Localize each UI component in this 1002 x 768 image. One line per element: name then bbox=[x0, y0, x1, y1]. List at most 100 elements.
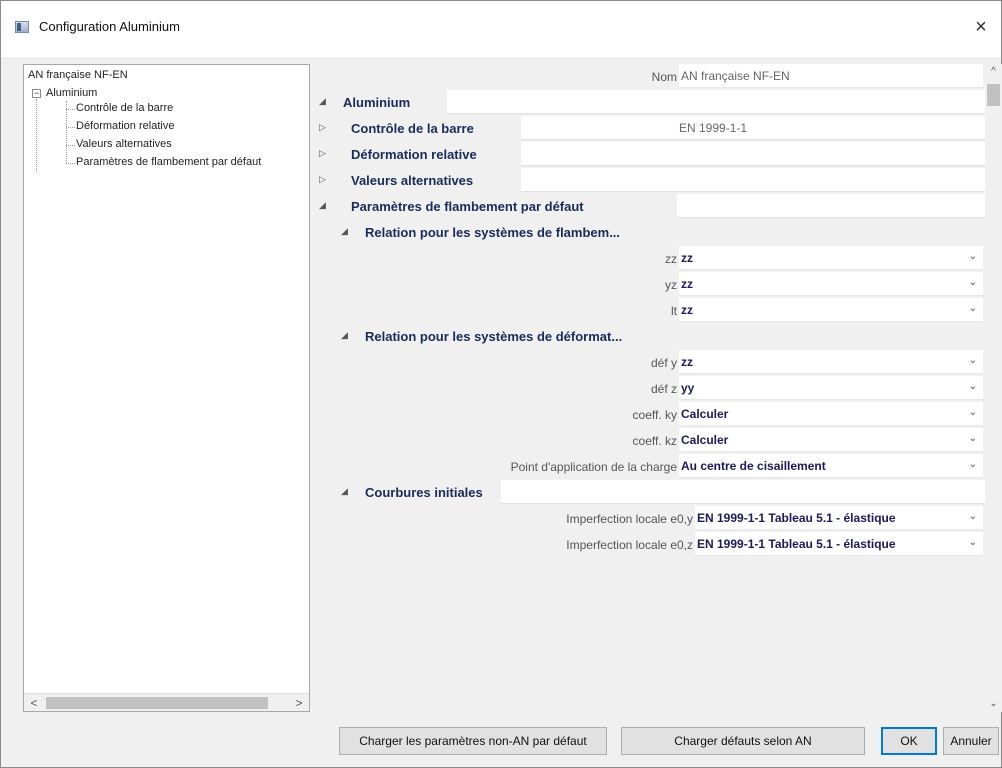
scroll-right-icon[interactable]: > bbox=[291, 695, 307, 711]
chevron-down-icon[interactable]: ⌄ bbox=[969, 277, 977, 288]
category-relation-flambement[interactable]: ◢ Relation pour les systèmes de flambem.… bbox=[311, 220, 985, 244]
property-grid: Nom AN française NF-EN ◢ Aluminium ▷ Con… bbox=[311, 64, 1002, 712]
category-title: Relation pour les systèmes de flambem... bbox=[365, 225, 621, 240]
property-value-defy[interactable]: zz ⌄ bbox=[679, 350, 983, 374]
category-row-fill bbox=[447, 90, 985, 114]
chevron-down-icon[interactable]: ⌄ bbox=[969, 407, 977, 418]
load-non-an-defaults-button[interactable]: Charger les paramètres non-AN par défaut bbox=[339, 727, 607, 755]
property-row-e0y: Imperfection locale e0,y EN 1999-1-1 Tab… bbox=[311, 506, 985, 532]
property-label: déf z bbox=[650, 382, 677, 396]
load-an-defaults-button[interactable]: Charger défauts selon AN bbox=[621, 727, 865, 755]
tree-connector bbox=[66, 101, 67, 163]
property-row-nom: Nom AN française NF-EN bbox=[311, 64, 985, 90]
value-text: zz bbox=[681, 251, 693, 265]
value-text: yy bbox=[681, 381, 695, 395]
chevron-down-icon[interactable]: ⌄ bbox=[969, 303, 977, 314]
value-text: zz bbox=[681, 277, 693, 291]
collapse-icon[interactable]: − bbox=[32, 89, 41, 98]
category-controle[interactable]: ▷ Contrôle de la barre EN 1999-1-1 bbox=[311, 116, 985, 140]
property-label: Point d'application de la charge bbox=[510, 460, 677, 474]
value-text: EN 1999-1-1 Tableau 5.1 - élastique bbox=[697, 537, 896, 551]
vertical-scrollbar[interactable]: ^ ⌄ bbox=[985, 64, 1002, 712]
property-row-e0z: Imperfection locale e0,z EN 1999-1-1 Tab… bbox=[311, 532, 985, 558]
expanded-icon[interactable]: ◢ bbox=[341, 330, 348, 341]
property-row-defz: déf z yy ⌄ bbox=[311, 376, 985, 402]
property-label: Nom bbox=[651, 70, 677, 84]
category-courbures[interactable]: ◢ Courbures initiales bbox=[311, 480, 985, 504]
property-value-defz[interactable]: yy ⌄ bbox=[679, 376, 983, 400]
property-value-yz[interactable]: zz ⌄ bbox=[679, 272, 983, 296]
dialog-window: Configuration Aluminium × AN française N… bbox=[0, 0, 1002, 768]
expanded-icon[interactable]: ◢ bbox=[341, 226, 348, 237]
tree-connector bbox=[66, 163, 75, 164]
tree-node-aluminium[interactable]: Aluminium bbox=[46, 87, 97, 99]
category-relation-deformation[interactable]: ◢ Relation pour les systèmes de déformat… bbox=[311, 324, 985, 348]
chevron-down-icon[interactable]: ⌄ bbox=[969, 355, 977, 366]
property-value-ky[interactable]: Calculer ⌄ bbox=[679, 402, 983, 426]
value-text: zz bbox=[681, 355, 693, 369]
category-title: Aluminium bbox=[343, 95, 411, 110]
category-title: Courbures initiales bbox=[365, 485, 483, 500]
value-text: EN 1999-1-1 Tableau 5.1 - élastique bbox=[697, 511, 896, 525]
category-row-fill bbox=[521, 116, 985, 140]
tree-connector bbox=[66, 127, 75, 128]
tree-item-deformation[interactable]: Déformation relative bbox=[76, 120, 174, 132]
property-label: coeff. ky bbox=[632, 408, 677, 422]
tree-item-controle[interactable]: Contrôle de la barre bbox=[76, 102, 173, 114]
collapsed-icon[interactable]: ▷ bbox=[319, 174, 326, 185]
category-title: Déformation relative bbox=[351, 147, 477, 162]
scroll-thumb[interactable] bbox=[987, 84, 1000, 106]
property-label: Imperfection locale e0,y bbox=[566, 512, 693, 526]
property-value-e0y[interactable]: EN 1999-1-1 Tableau 5.1 - élastique ⌄ bbox=[695, 506, 983, 530]
cancel-button[interactable]: Annuler bbox=[943, 727, 999, 755]
scroll-thumb[interactable] bbox=[46, 697, 268, 709]
category-title: Paramètres de flambement par défaut bbox=[351, 199, 584, 214]
expanded-icon[interactable]: ◢ bbox=[319, 96, 326, 107]
property-row-point: Point d'application de la charge Au cent… bbox=[311, 454, 985, 480]
property-value-zz[interactable]: zz ⌄ bbox=[679, 246, 983, 270]
collapsed-icon[interactable]: ▷ bbox=[319, 122, 326, 133]
category-title: Valeurs alternatives bbox=[351, 173, 474, 188]
chevron-down-icon[interactable]: ⌄ bbox=[969, 537, 977, 548]
scroll-up-icon[interactable]: ^ bbox=[985, 64, 1002, 80]
ok-button[interactable]: OK bbox=[881, 727, 937, 755]
close-button[interactable]: × bbox=[967, 13, 995, 41]
property-label: déf y bbox=[650, 356, 677, 370]
value-text: zz bbox=[681, 303, 693, 317]
property-row-ky: coeff. ky Calculer ⌄ bbox=[311, 402, 985, 428]
window-title: Configuration Aluminium bbox=[39, 19, 180, 34]
property-value-lt[interactable]: zz ⌄ bbox=[679, 298, 983, 322]
category-valeurs[interactable]: ▷ Valeurs alternatives bbox=[311, 168, 985, 192]
category-deformation[interactable]: ▷ Déformation relative bbox=[311, 142, 985, 166]
chevron-down-icon[interactable]: ⌄ bbox=[969, 251, 977, 262]
category-row-fill bbox=[501, 480, 985, 504]
property-value-kz[interactable]: Calculer ⌄ bbox=[679, 428, 983, 452]
horizontal-scrollbar[interactable]: < > bbox=[24, 693, 309, 711]
property-label: coeff. kz bbox=[632, 434, 677, 448]
property-value-nom[interactable]: AN française NF-EN bbox=[679, 64, 983, 88]
chevron-down-icon[interactable]: ⌄ bbox=[969, 433, 977, 444]
value-text: Au centre de cisaillement bbox=[681, 459, 826, 473]
scroll-down-icon[interactable]: ⌄ bbox=[985, 696, 1002, 712]
property-label: lt bbox=[671, 304, 677, 318]
chevron-down-icon[interactable]: ⌄ bbox=[969, 381, 977, 392]
property-value-e0z[interactable]: EN 1999-1-1 Tableau 5.1 - élastique ⌄ bbox=[695, 532, 983, 556]
tree-connector bbox=[66, 145, 75, 146]
expanded-icon[interactable]: ◢ bbox=[341, 486, 348, 497]
chevron-down-icon[interactable]: ⌄ bbox=[969, 459, 977, 470]
property-value-point[interactable]: Au centre de cisaillement ⌄ bbox=[679, 454, 983, 478]
collapsed-icon[interactable]: ▷ bbox=[319, 148, 326, 159]
tree-item-parametres[interactable]: Paramètres de flambement par défaut bbox=[76, 156, 261, 168]
property-row-defy: déf y zz ⌄ bbox=[311, 350, 985, 376]
tree-panel: AN française NF-EN − Aluminium Contrôle … bbox=[23, 64, 310, 712]
scroll-left-icon[interactable]: < bbox=[26, 695, 42, 711]
category-aluminium[interactable]: ◢ Aluminium bbox=[311, 90, 985, 114]
chevron-down-icon[interactable]: ⌄ bbox=[969, 511, 977, 522]
expanded-icon[interactable]: ◢ bbox=[319, 200, 326, 211]
property-label: zz bbox=[665, 252, 677, 266]
category-title: Relation pour les systèmes de déformat..… bbox=[365, 329, 623, 344]
tree-root[interactable]: AN française NF-EN bbox=[28, 69, 128, 81]
tree-item-valeurs[interactable]: Valeurs alternatives bbox=[76, 138, 172, 150]
tree-connector bbox=[66, 109, 75, 110]
category-parametres[interactable]: ◢ Paramètres de flambement par défaut bbox=[311, 194, 985, 218]
